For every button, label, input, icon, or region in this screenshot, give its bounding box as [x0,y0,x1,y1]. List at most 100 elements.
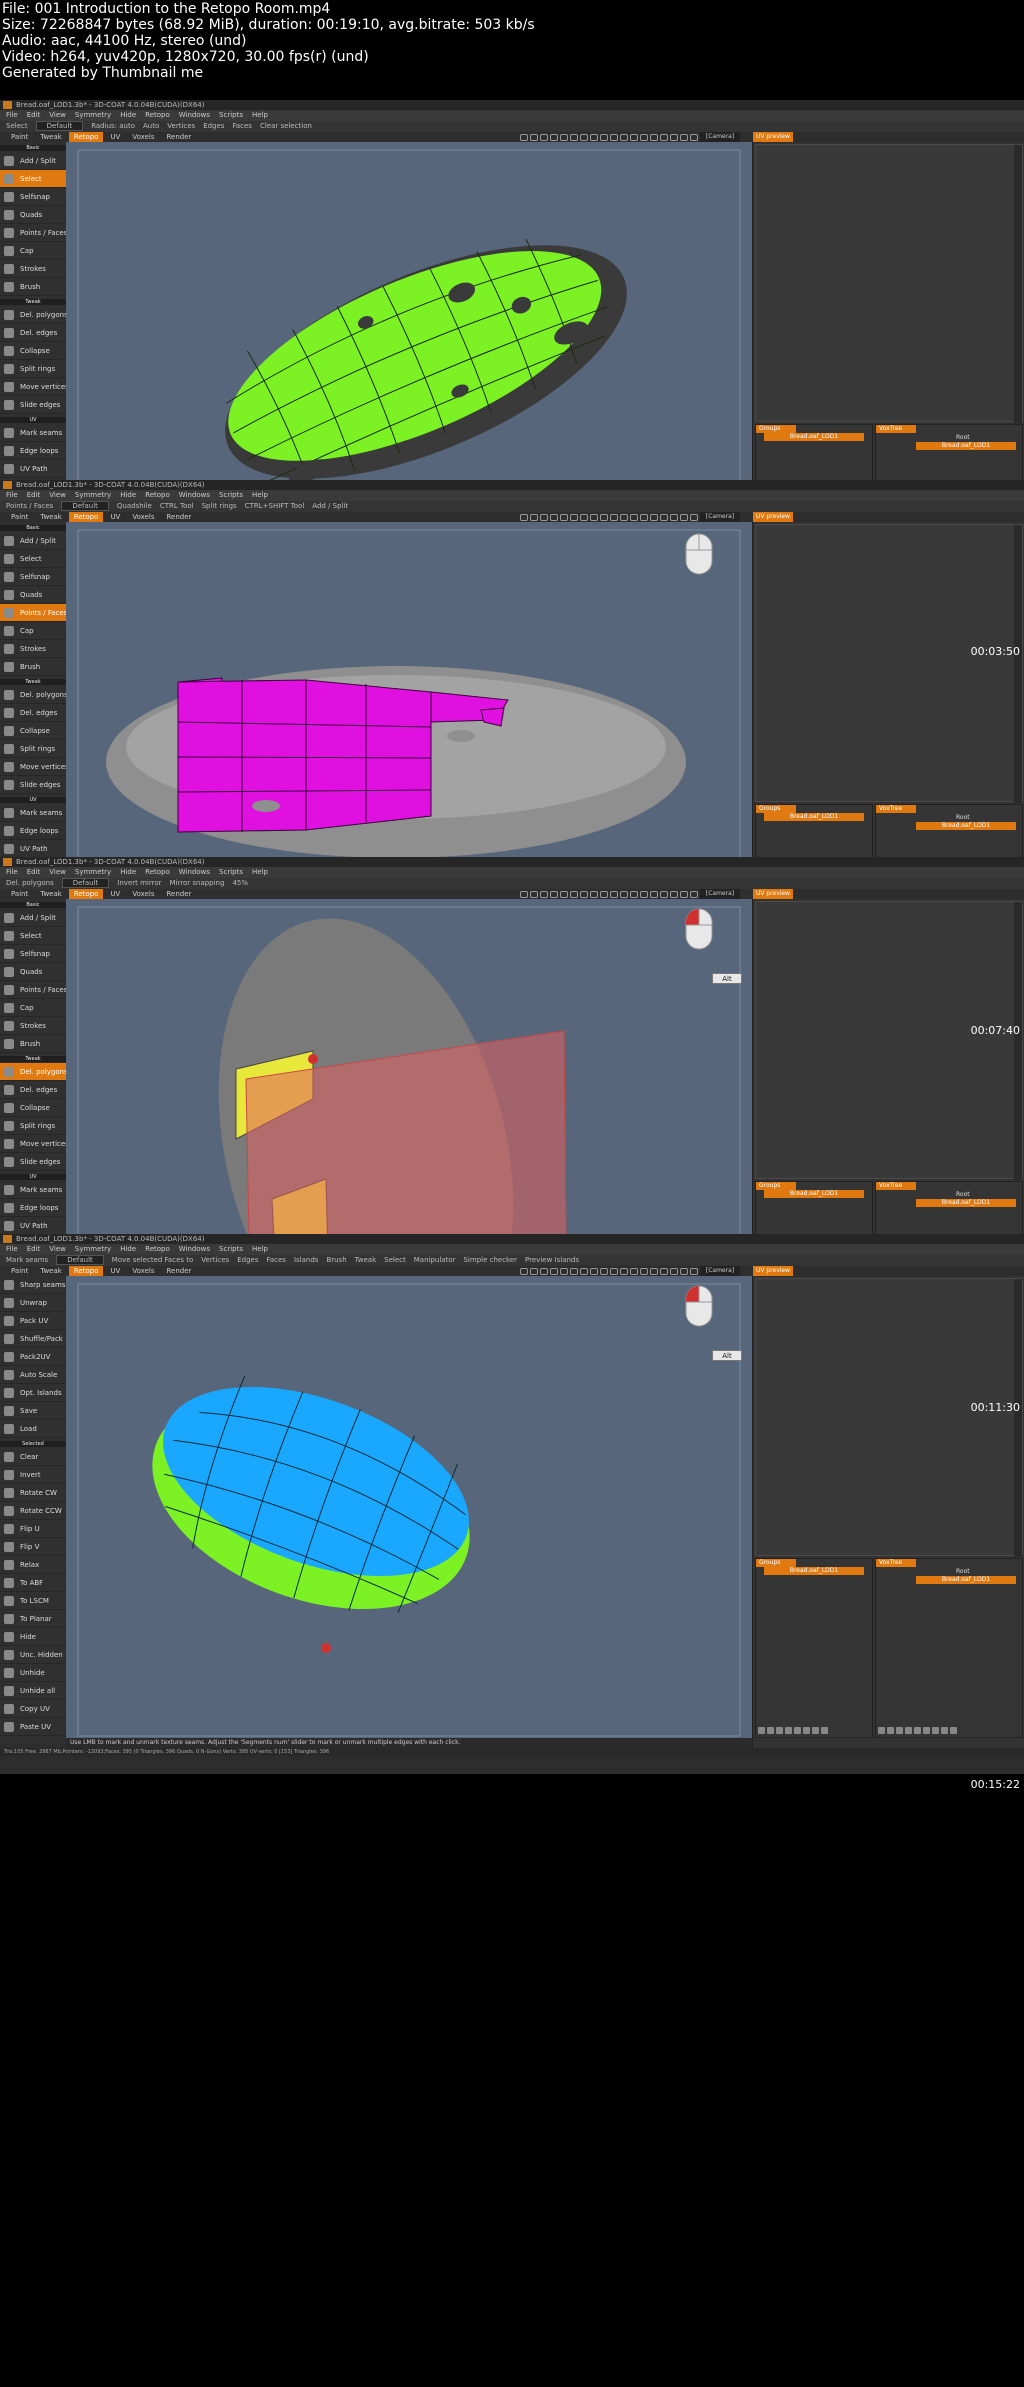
viewport-tool-icon[interactable] [580,513,588,521]
tool-flip-u[interactable]: Flip U [0,1520,66,1538]
viewport-tool-icon[interactable] [520,890,528,898]
panel-tool-icon[interactable] [905,1727,912,1734]
panel-tool-icon[interactable] [767,1727,774,1734]
panel-tool-icon[interactable] [941,1727,948,1734]
tab-retopo[interactable]: Retopo [68,1266,104,1276]
tool-copy-uv[interactable]: Copy UV [0,1700,66,1718]
tool-auto-scale[interactable]: Auto Scale [0,1366,66,1384]
voxtree-root-row[interactable]: Root [876,1567,1022,1576]
tool-flip-v[interactable]: Flip V [0,1538,66,1556]
tab-paint[interactable]: Paint [6,132,33,142]
menu-item-file[interactable]: File [6,867,18,878]
menu-item-scripts[interactable]: Scripts [219,867,243,878]
viewport-tool-icon[interactable] [680,1267,688,1275]
viewport-tool-icon[interactable] [600,1267,608,1275]
viewport-tool-icon[interactable] [590,513,598,521]
menu-item-windows[interactable]: Windows [179,1244,210,1255]
tool-slide-edges[interactable]: Slide edges [0,776,66,794]
viewport-tool-icon[interactable] [560,1267,568,1275]
tool-edge-loops[interactable]: Edge loops [0,1199,66,1217]
tool-option[interactable]: Add / Split [312,502,348,510]
groups-tab[interactable]: Groups [756,1559,796,1567]
tool-selfsnap[interactable]: Selfsnap [0,568,66,586]
groups-tab[interactable]: Groups [756,1182,796,1190]
viewport-tool-icon[interactable] [650,1267,658,1275]
panel-tool-icon[interactable] [794,1727,801,1734]
viewport-tool-icon[interactable] [640,513,648,521]
tab-render[interactable]: Render [162,889,197,899]
panel-tool-icon[interactable] [803,1727,810,1734]
menu-item-edit[interactable]: Edit [27,490,41,501]
menu-item-help[interactable]: Help [252,110,268,121]
uv-preview-tab[interactable]: UV preview [753,512,793,522]
tool-pack2uv[interactable]: Pack2UV [0,1348,66,1366]
menu-item-help[interactable]: Help [252,490,268,501]
viewport-tool-icon[interactable] [690,1267,698,1275]
group-item-label[interactable]: Bread.oaf_LOD1 [764,433,864,441]
tab-render[interactable]: Render [162,512,197,522]
tab-voxels[interactable]: Voxels [127,1266,159,1276]
tool-option[interactable]: Split rings [202,502,237,510]
tool-select[interactable]: Select [0,927,66,945]
voxtree-item-label[interactable]: Bread.oaf_LOD1 [916,822,1016,830]
tab-render[interactable]: Render [162,1266,197,1276]
voxtree-item-row[interactable]: Bread.oaf_LOD1 [876,442,1022,451]
menu-item-view[interactable]: View [49,1244,66,1255]
tool-move-vertices[interactable]: Move vertices [0,758,66,776]
viewport-tool-icon[interactable] [650,890,658,898]
tool-mark-seams[interactable]: Mark seams [0,1181,66,1199]
viewport-tool-icon[interactable] [690,133,698,141]
tool-option[interactable]: Mirror snapping [170,879,225,887]
tool-quads[interactable]: Quads [0,963,66,981]
menu-item-file[interactable]: File [6,1244,18,1255]
tab-uv[interactable]: UV [105,889,125,899]
viewport-tool-icon[interactable] [590,1267,598,1275]
voxtree-tab[interactable]: VoxTree [876,425,916,433]
tool-option[interactable]: Islands [294,1256,318,1264]
viewport-tool-icon[interactable] [520,1267,528,1275]
voxtree-root-row[interactable]: Root [876,1190,1022,1199]
group-item-label[interactable]: Bread.oaf_LOD1 [764,1190,864,1198]
viewport[interactable] [66,1276,752,1748]
groups-tab[interactable]: Groups [756,425,796,433]
voxtree-item-row[interactable]: Bread.oaf_LOD1 [876,1199,1022,1208]
tab-paint[interactable]: Paint [6,1266,33,1276]
menu-item-file[interactable]: File [6,110,18,121]
tool-load[interactable]: Load [0,1420,66,1438]
tool-strokes[interactable]: Strokes [0,1017,66,1035]
voxtree-tab[interactable]: VoxTree [876,1182,916,1190]
voxtree-item-row[interactable]: Bread.oaf_LOD1 [876,1576,1022,1585]
group-row[interactable]: Bread.oaf_LOD1 [756,1190,872,1199]
tool-to-abf[interactable]: To ABF [0,1574,66,1592]
tool-unwrap[interactable]: Unwrap [0,1294,66,1312]
tool-to-planar[interactable]: To Planar [0,1610,66,1628]
group-item-label[interactable]: Bread.oaf_LOD1 [764,813,864,821]
tool-opt-islands[interactable]: Opt. Islands [0,1384,66,1402]
tool-option[interactable]: Radius: auto [91,122,135,130]
viewport-tool-icon[interactable] [630,513,638,521]
viewport-tool-icon[interactable] [560,513,568,521]
tool-option[interactable]: CTRL+SHIFT Tool [245,502,305,510]
tool-option[interactable]: Brush [326,1256,346,1264]
panel-tool-icon[interactable] [758,1727,765,1734]
viewport-tool-icon[interactable] [580,133,588,141]
viewport-tool-icon[interactable] [550,1267,558,1275]
menu-item-scripts[interactable]: Scripts [219,490,243,501]
menu-item-scripts[interactable]: Scripts [219,110,243,121]
tool-select[interactable]: Select [0,170,66,188]
viewport-tool-icon[interactable] [630,1267,638,1275]
tab-tweak[interactable]: Tweak [35,889,67,899]
tool-brush[interactable]: Brush [0,658,66,676]
uv-preview-canvas[interactable] [755,524,1023,803]
viewport-tool-icon[interactable] [640,133,648,141]
panel-tool-icon[interactable] [887,1727,894,1734]
panel-tool-icon[interactable] [914,1727,921,1734]
voxtree-item-row[interactable]: Bread.oaf_LOD1 [876,822,1022,831]
tool-option[interactable]: Points / Faces [6,502,53,510]
viewport-tool-icon[interactable] [600,513,608,521]
panel-tool-icon[interactable] [923,1727,930,1734]
group-row[interactable]: Bread.oaf_LOD1 [756,1567,872,1576]
tool-save[interactable]: Save [0,1402,66,1420]
tab-retopo[interactable]: Retopo [68,132,104,142]
tool-rotate-cw[interactable]: Rotate CW [0,1484,66,1502]
